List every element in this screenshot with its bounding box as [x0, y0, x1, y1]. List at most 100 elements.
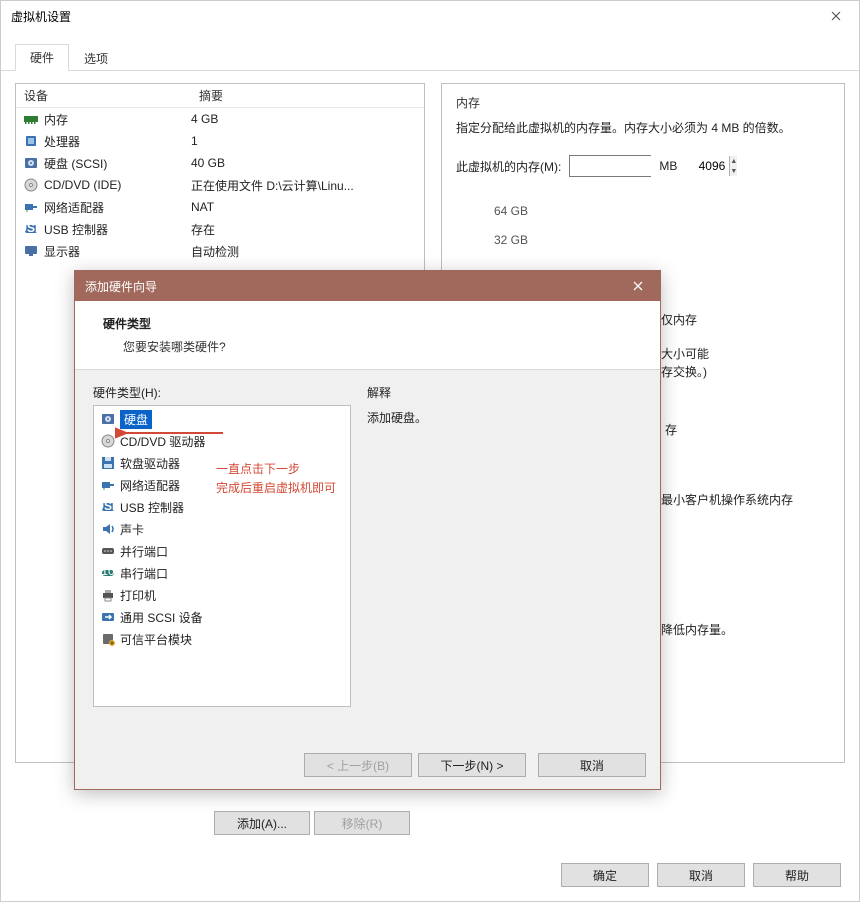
net-icon — [22, 199, 40, 215]
remove-button[interactable]: 移除(R) — [314, 811, 410, 835]
next-button[interactable]: 下一步(N) > — [418, 753, 526, 777]
device-summary: 40 GB — [191, 156, 424, 170]
close-icon[interactable] — [813, 1, 859, 31]
wizard-header-title: 硬件类型 — [103, 315, 640, 332]
wizard-body: 硬件类型(H): 硬盘CD/DVD 驱动器软盘驱动器网络适配器USBUSB 控制… — [75, 370, 660, 721]
obscured-text-3: 最小客户机操作系统内存 — [661, 491, 793, 509]
svg-text:USB: USB — [100, 499, 116, 513]
hardware-item-label: 声卡 — [120, 520, 144, 539]
memory-ticks: 64 GB 32 GB — [456, 197, 830, 255]
device-name: CD/DVD (IDE) — [44, 178, 191, 192]
hardware-item-disk[interactable]: 硬盘 — [94, 408, 350, 430]
parent-title: 虚拟机设置 — [11, 8, 71, 25]
device-name: 网络适配器 — [44, 199, 191, 216]
hardware-item-label: 网络适配器 — [120, 476, 180, 495]
hardware-type-list[interactable]: 硬盘CD/DVD 驱动器软盘驱动器网络适配器USBUSB 控制器声卡并行端口01… — [93, 405, 351, 707]
sound-icon — [100, 521, 116, 537]
hardware-type-panel: 硬件类型(H): 硬盘CD/DVD 驱动器软盘驱动器网络适配器USBUSB 控制… — [93, 384, 351, 707]
hardware-item-serial[interactable]: 0101串行端口 — [94, 562, 350, 584]
device-row[interactable]: 硬盘 (SCSI)40 GB — [16, 152, 424, 174]
wizard-header-subtitle: 您要安装哪类硬件? — [103, 338, 640, 355]
display-icon — [22, 243, 40, 259]
explanation-text: 添加硬盘。 — [367, 409, 642, 426]
device-summary: 1 — [191, 134, 424, 148]
device-row[interactable]: 显示器自动检测 — [16, 240, 424, 262]
svg-text:0101: 0101 — [100, 565, 116, 578]
hardware-item-sound[interactable]: 声卡 — [94, 518, 350, 540]
hardware-item-label: CD/DVD 驱动器 — [120, 432, 205, 451]
wizard-footer: < 上一步(B) 下一步(N) > 取消 — [304, 753, 646, 777]
add-hardware-wizard: 添加硬件向导 硬件类型 您要安装哪类硬件? 硬件类型(H): 硬盘CD/DVD … — [74, 270, 661, 790]
device-row[interactable]: 处理器1 — [16, 130, 424, 152]
device-summary: 正在使用文件 D:\云计算\Linu... — [191, 177, 424, 194]
wizard-cancel-button[interactable]: 取消 — [538, 753, 646, 777]
cd-icon — [22, 177, 40, 193]
explanation-label: 解释 — [367, 384, 642, 401]
tabs-row: 硬件 选项 — [1, 47, 859, 71]
tick-32gb: 32 GB — [494, 226, 830, 255]
memory-spinner[interactable]: ▲ ▼ — [569, 155, 651, 177]
device-row[interactable]: USBUSB 控制器存在 — [16, 218, 424, 240]
wizard-close-icon[interactable] — [615, 271, 660, 301]
hardware-item-label: USB 控制器 — [120, 498, 184, 517]
svg-text:USB: USB — [23, 221, 39, 235]
column-device[interactable]: 设备 — [16, 84, 191, 107]
add-button[interactable]: 添加(A)... — [214, 811, 310, 835]
wizard-header: 硬件类型 您要安装哪类硬件? — [75, 301, 660, 370]
hardware-item-label: 通用 SCSI 设备 — [120, 608, 203, 627]
wizard-titlebar: 添加硬件向导 — [75, 271, 660, 301]
spin-up-icon[interactable]: ▲ — [730, 156, 737, 166]
disk-icon — [22, 155, 40, 171]
hardware-item-net[interactable]: 网络适配器 — [94, 474, 350, 496]
help-button[interactable]: 帮助 — [753, 863, 841, 887]
hardware-item-scsi[interactable]: 通用 SCSI 设备 — [94, 606, 350, 628]
usb-icon: USB — [100, 499, 116, 515]
device-summary: 自动检测 — [191, 243, 424, 260]
back-button[interactable]: < 上一步(B) — [304, 753, 412, 777]
column-summary[interactable]: 摘要 — [191, 84, 424, 107]
wizard-title: 添加硬件向导 — [85, 278, 157, 295]
explanation-panel: 解释 添加硬盘。 — [367, 384, 642, 707]
cancel-button[interactable]: 取消 — [657, 863, 745, 887]
spin-buttons[interactable]: ▲ ▼ — [729, 156, 737, 176]
device-name: 内存 — [44, 111, 191, 128]
printer-icon — [100, 587, 116, 603]
tick-64gb: 64 GB — [494, 197, 830, 226]
cd-icon — [100, 433, 116, 449]
ok-button[interactable]: 确定 — [561, 863, 649, 887]
device-name: 显示器 — [44, 243, 191, 260]
device-action-buttons: 添加(A)... 移除(R) — [214, 811, 410, 835]
scsi-icon — [100, 609, 116, 625]
tpm-icon — [100, 631, 116, 647]
memory-control-row: 此虚拟机的内存(M): ▲ ▼ MB — [456, 155, 830, 177]
device-summary: 4 GB — [191, 112, 424, 126]
floppy-icon — [100, 455, 116, 471]
parent-titlebar: 虚拟机设置 — [1, 1, 859, 31]
memory-unit: MB — [659, 159, 677, 173]
disk-icon — [100, 411, 116, 427]
device-list-header: 设备 摘要 — [16, 84, 424, 108]
device-row[interactable]: CD/DVD (IDE)正在使用文件 D:\云计算\Linu... — [16, 174, 424, 196]
spin-down-icon[interactable]: ▼ — [730, 166, 737, 176]
tab-options[interactable]: 选项 — [69, 45, 123, 71]
obscured-text-2: 存 — [665, 421, 677, 439]
device-row[interactable]: 内存4 GB — [16, 108, 424, 130]
memory-input[interactable] — [570, 156, 729, 176]
device-summary: 存在 — [191, 221, 424, 238]
tab-hardware[interactable]: 硬件 — [15, 44, 69, 71]
hardware-item-label: 并行端口 — [120, 542, 168, 561]
net-icon — [100, 477, 116, 493]
memory-label: 此虚拟机的内存(M): — [456, 158, 561, 175]
obscured-text-1: 仅内存 大小可能 存交换。) — [661, 311, 841, 381]
hardware-item-printer[interactable]: 打印机 — [94, 584, 350, 606]
cpu-icon — [22, 133, 40, 149]
hardware-item-tpm[interactable]: 可信平台模块 — [94, 628, 350, 650]
memory-icon — [22, 111, 40, 127]
dialog-buttons: 确定 取消 帮助 — [561, 863, 841, 887]
hardware-item-cd[interactable]: CD/DVD 驱动器 — [94, 430, 350, 452]
obscured-text-4: 降低内存量。 — [661, 621, 733, 639]
hardware-item-usb[interactable]: USB USB 控制器 — [94, 496, 350, 518]
device-row[interactable]: 网络适配器NAT — [16, 196, 424, 218]
hardware-item-floppy[interactable]: 软盘驱动器 — [94, 452, 350, 474]
hardware-item-parallel[interactable]: 并行端口 — [94, 540, 350, 562]
